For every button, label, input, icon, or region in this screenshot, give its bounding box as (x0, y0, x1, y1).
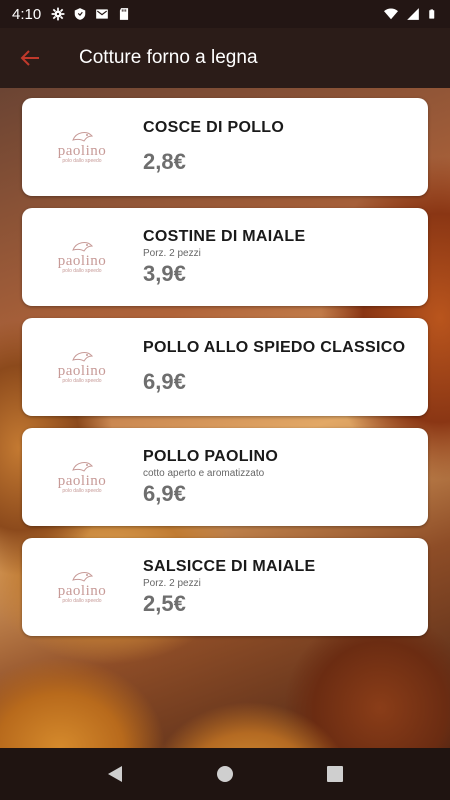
paolino-logo: paolino polo dallo speedo (22, 318, 142, 416)
logo-wordmark: paolino (57, 253, 107, 269)
wifi-icon (384, 8, 398, 20)
item-price: 2,5€ (143, 590, 186, 616)
status-time: 4:10 (12, 5, 42, 23)
nav-recents-button[interactable] (315, 754, 355, 794)
rooster-logo-icon (72, 462, 94, 472)
rooster-logo-icon (72, 572, 94, 582)
item-note: Porz. 2 pezzi (143, 577, 201, 589)
paolino-logo: paolino polo dallo speedo (22, 98, 142, 196)
logo-tagline: polo dallo speedo (62, 268, 102, 274)
item-note: cotto aperto e aromatizzato (143, 467, 265, 479)
nav-home-button[interactable] (205, 754, 245, 794)
menu-list: paolino polo dallo speedo COSCE DI POLLO… (0, 88, 450, 748)
menu-item-card[interactable]: paolino polo dallo speedo SALSICCE DI MA… (22, 538, 428, 636)
nav-back-button[interactable] (95, 754, 135, 794)
sd-card-icon (120, 8, 129, 20)
item-name: POLLO ALLO SPIEDO CLASSICO (143, 339, 406, 356)
menu-item-card[interactable]: paolino polo dallo speedo COSCE DI POLLO… (22, 98, 428, 196)
status-notification-icons (51, 7, 131, 21)
page-title: Cotture forno a legna (79, 47, 258, 68)
logo-tagline: polo dallo speedo (62, 158, 102, 164)
paolino-logo: paolino polo dallo speedo (22, 208, 142, 306)
back-triangle-icon (108, 766, 122, 782)
logo-wordmark: paolino (57, 583, 107, 599)
app-bar: Cotture forno a legna (0, 28, 450, 88)
signal-icon (407, 8, 419, 20)
item-name: COSCE DI POLLO (143, 119, 285, 136)
logo-wordmark: paolino (57, 143, 107, 159)
home-circle-icon (217, 766, 233, 782)
rooster-logo-icon (72, 352, 94, 362)
item-note: Porz. 2 pezzi (143, 247, 201, 259)
logo-tagline: polo dallo speedo (62, 598, 102, 604)
item-price: 6,9€ (143, 480, 186, 506)
paolino-logo: paolino polo dallo speedo (22, 538, 142, 636)
logo-wordmark: paolino (57, 363, 107, 379)
status-bar: 4:10 (0, 0, 450, 28)
logo-tagline: polo dallo speedo (62, 488, 102, 494)
item-price: 6,9€ (143, 369, 186, 394)
back-button[interactable] (0, 28, 60, 88)
gear-icon (51, 7, 65, 21)
logo-tagline: polo dallo speedo (62, 378, 102, 384)
item-price: 3,9€ (143, 260, 186, 286)
menu-item-card[interactable]: paolino polo dallo speedo POLLO PAOLINO … (22, 428, 428, 526)
paolino-logo: paolino polo dallo speedo (22, 428, 142, 526)
logo-wordmark: paolino (57, 473, 107, 489)
shield-icon (74, 8, 86, 20)
rooster-logo-icon (72, 242, 94, 252)
rooster-logo-icon (72, 132, 94, 142)
item-price: 2,8€ (143, 149, 186, 174)
menu-item-card[interactable]: paolino polo dallo speedo POLLO ALLO SPI… (22, 318, 428, 416)
menu-item-card[interactable]: paolino polo dallo speedo COSTINE DI MAI… (22, 208, 428, 306)
status-system-icons (384, 7, 438, 21)
system-nav-bar (0, 748, 450, 800)
mail-icon (96, 9, 109, 19)
battery-icon (429, 9, 435, 19)
item-name: SALSICCE DI MAIALE (143, 557, 316, 575)
arrow-left-icon (20, 50, 39, 66)
recents-square-icon (327, 766, 343, 782)
item-name: COSTINE DI MAIALE (143, 227, 306, 245)
item-name: POLLO PAOLINO (143, 447, 279, 465)
